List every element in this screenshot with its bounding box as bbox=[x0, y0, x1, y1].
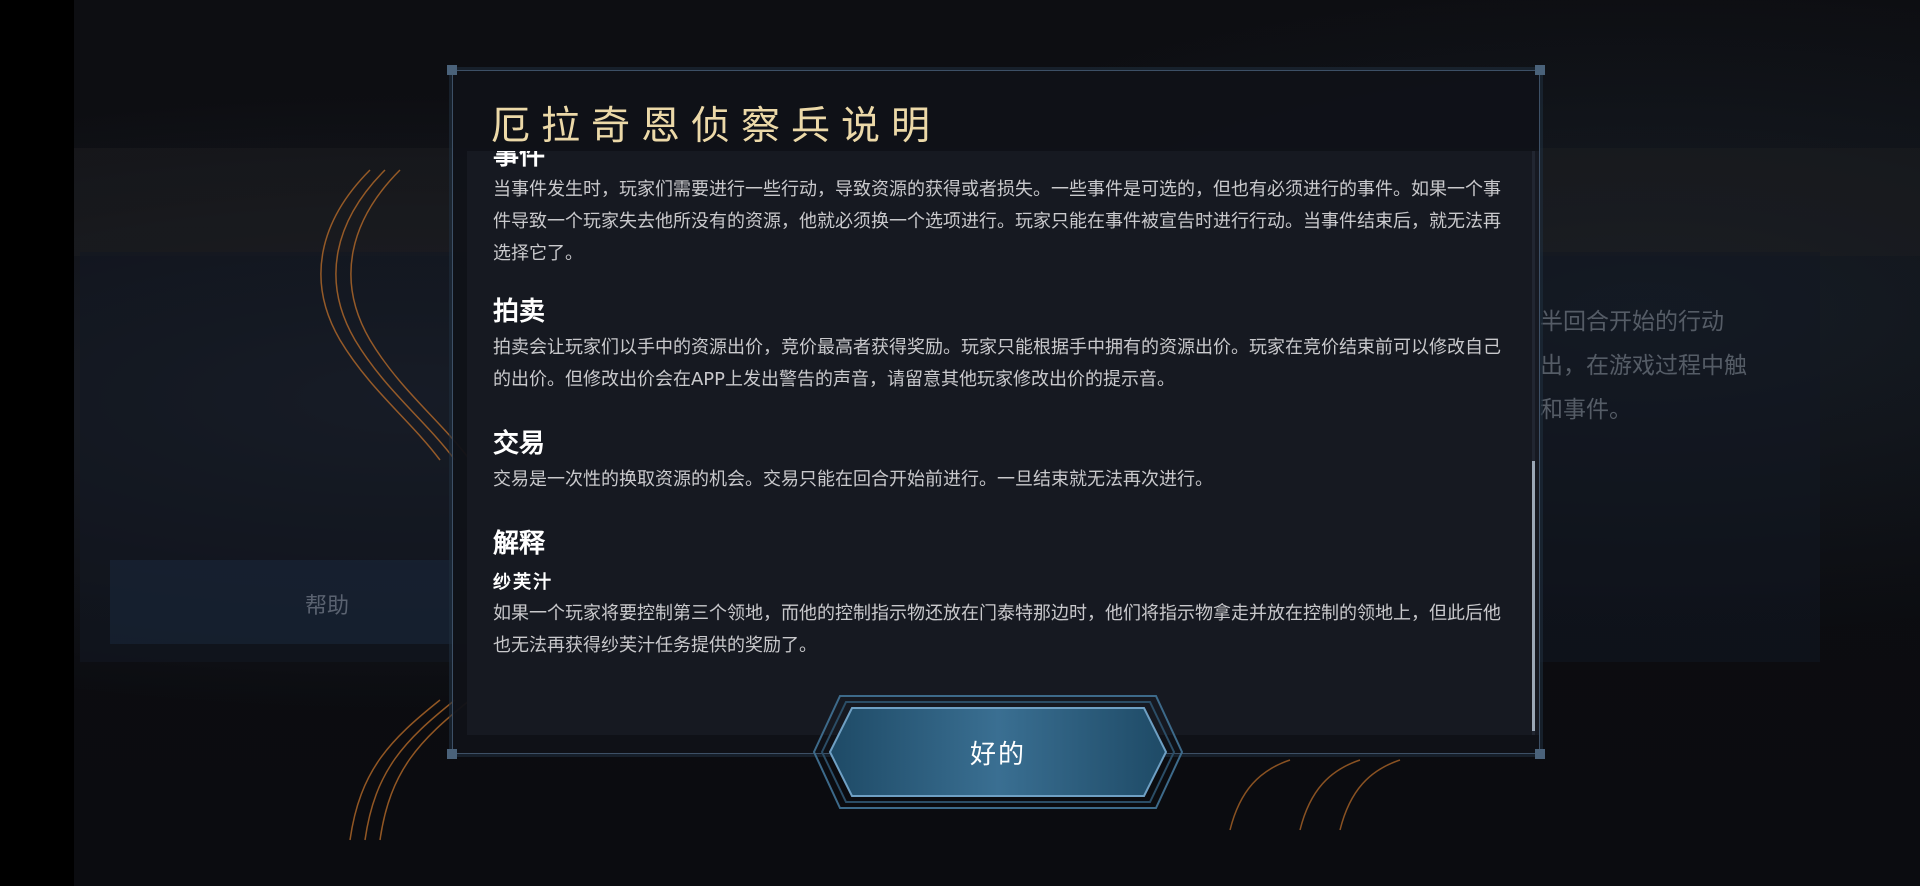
section-body: 当事件发生时，玩家们需要进行一些行动，导致资源的获得或者损失。一些事件是可选的，… bbox=[493, 179, 1501, 264]
section-title: 拍卖 bbox=[493, 297, 546, 327]
dialog-corner bbox=[1535, 749, 1545, 759]
dialog-title: 厄拉奇恩侦察兵说明 bbox=[491, 104, 942, 149]
section-title: 解释 bbox=[493, 529, 546, 559]
scrollbar-thumb[interactable] bbox=[1532, 461, 1535, 731]
background-text-line: 半回合开始的行动 bbox=[1540, 309, 1724, 335]
dialog-scroll-area[interactable]: 事件 当事件发生时，玩家们需要进行一些行动，导致资源的获得或者损失。一些事件是可… bbox=[467, 151, 1539, 735]
dialog-corner bbox=[447, 65, 457, 75]
section-body: 拍卖会让玩家们以手中的资源出价，竞价最高者获得奖励。玩家只能根据手中拥有的资源出… bbox=[493, 337, 1501, 390]
dialog-corner bbox=[1535, 65, 1545, 75]
section-auction: 拍卖 拍卖会让玩家们以手中的资源出价，竞价最高者获得奖励。玩家只能根据手中拥有的… bbox=[493, 291, 1513, 396]
ok-button[interactable]: 好的 bbox=[812, 694, 1184, 810]
section-subtitle: 纱芙汁 bbox=[493, 572, 553, 593]
section-body: 如果一个玩家将要控制第三个领地，而他的控制指示物还放在门泰特那边时，他们将指示物… bbox=[493, 603, 1501, 656]
ok-button-label: 好的 bbox=[969, 739, 1026, 770]
background-text-line: 和事件。 bbox=[1540, 397, 1632, 423]
section-body: 交易是一次性的换取资源的机会。交易只能在回合开始前进行。一旦结束就无法再次进行。 bbox=[493, 469, 1213, 490]
background-text-line: 出，在游戏过程中触 bbox=[1540, 353, 1747, 379]
section-explanation: 解释 纱芙汁 如果一个玩家将要控制第三个领地，而他的控制指示物还放在门泰特那边时… bbox=[493, 523, 1513, 662]
decorative-orange-lines-bottom bbox=[1229, 759, 1401, 831]
section-trade: 交易 交易是一次性的换取资源的机会。交易只能在回合开始前进行。一旦结束就无法再次… bbox=[493, 423, 1513, 496]
section-events: 事件 当事件发生时，玩家们需要进行一些行动，导致资源的获得或者损失。一些事件是可… bbox=[493, 151, 1513, 270]
section-title: 事件 bbox=[493, 151, 546, 171]
info-dialog: 厄拉奇恩侦察兵说明 事件 当事件发生时，玩家们需要进行一些行动，导致资源的获得或… bbox=[447, 65, 1545, 759]
section-title: 交易 bbox=[493, 429, 546, 459]
background-description: 半回合开始的行动 出，在游戏过程中触 和事件。 bbox=[1540, 300, 1800, 432]
dialog-corner bbox=[447, 749, 457, 759]
left-black-bar bbox=[0, 0, 74, 886]
